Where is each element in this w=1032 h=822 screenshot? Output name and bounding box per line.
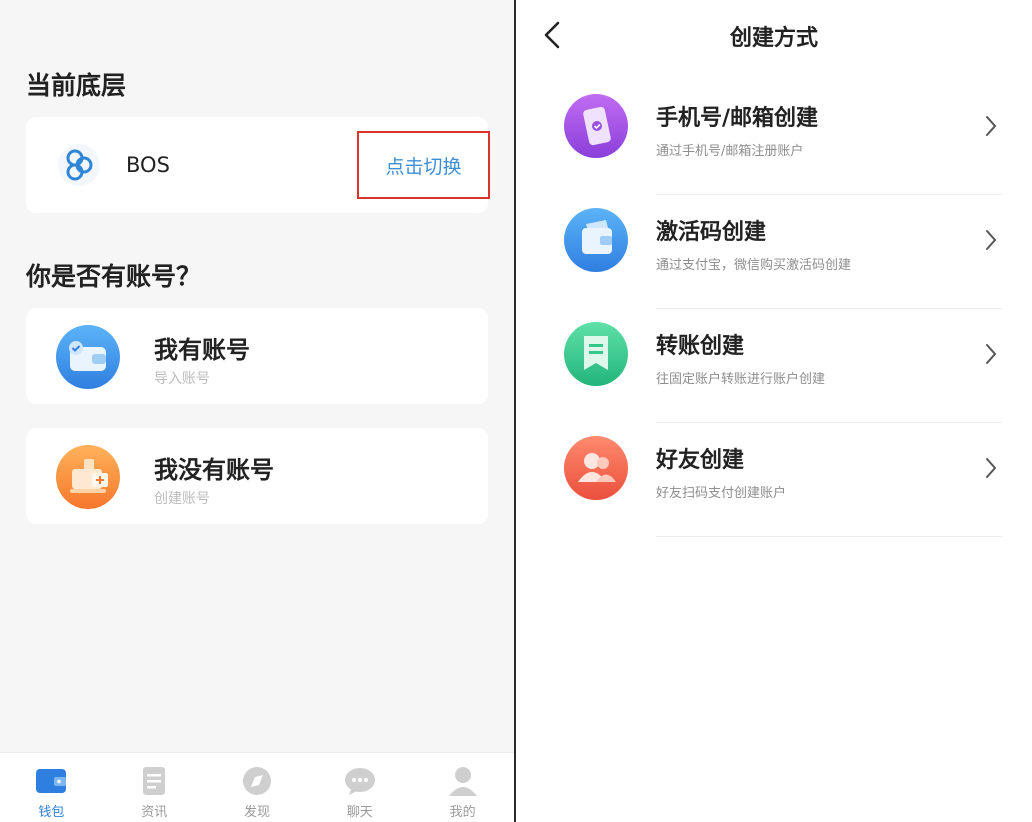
current-chain-heading: 当前底层 (26, 71, 127, 100)
method-subtitle: 往固定账户转账进行账户创建 (656, 372, 826, 387)
method-friend[interactable]: 好友创建 好友扫码支付创建账户 (516, 424, 1032, 538)
page-title: 创建方式 (729, 26, 818, 51)
wallet-icon (36, 769, 67, 793)
tab-label: 我的 (449, 805, 476, 820)
friends-icon (564, 436, 628, 500)
row-divider (656, 308, 1002, 309)
chain-name: BOS (126, 153, 170, 177)
profile-icon (448, 767, 477, 796)
row-divider (656, 536, 1002, 537)
method-title: 激活码创建 (656, 220, 767, 245)
method-subtitle: 通过手机号/邮箱注册账户 (656, 144, 804, 159)
tab-news[interactable]: 资讯 (103, 753, 206, 822)
method-title: 转账创建 (656, 334, 745, 359)
news-icon (143, 767, 166, 795)
bos-logo-icon (58, 144, 100, 186)
create-account-icon (56, 445, 120, 509)
method-title: 手机号/邮箱创建 (656, 106, 819, 131)
chevron-right-icon (982, 454, 1000, 482)
method-transfer[interactable]: 转账创建 往固定账户转账进行账户创建 (516, 310, 1032, 424)
discover-icon (242, 767, 271, 795)
tab-label: 聊天 (346, 805, 373, 820)
row-divider (656, 422, 1002, 423)
have-account-option[interactable]: 我有账号 导入账号 (26, 308, 488, 404)
no-account-subtitle: 创建账号 (154, 491, 210, 507)
method-subtitle: 通过支付宝，微信购买激活码创建 (656, 258, 852, 273)
phone-icon (564, 94, 628, 158)
import-wallet-icon (56, 325, 120, 389)
create-method-screen: 创建方式 手机号/邮箱创建 通过手机号/邮箱注册账户 激活码创建 通过支付宝，微… (516, 0, 1032, 822)
current-chain-screen: 当前底层 BOS 点击切换 你是否有账号？ 我有账号 导入账号 我没有账号 创建… (0, 0, 514, 822)
tab-chat[interactable]: 聊天 (308, 753, 411, 822)
tab-label: 资讯 (141, 805, 168, 820)
row-divider (656, 194, 1002, 195)
method-subtitle: 好友扫码支付创建账户 (656, 486, 787, 501)
have-account-title: 我有账号 (154, 336, 250, 364)
no-account-title: 我没有账号 (154, 456, 274, 484)
method-phone-email[interactable]: 手机号/邮箱创建 通过手机号/邮箱注册账户 (516, 82, 1032, 196)
tab-discover[interactable]: 发现 (206, 753, 309, 822)
have-account-subtitle: 导入账号 (154, 371, 210, 387)
tab-label: 发现 (243, 805, 270, 820)
chat-icon (344, 768, 375, 795)
bottom-tab-bar: 钱包 资讯 发现 聊天 我的 (0, 752, 514, 822)
wallet-icon (564, 208, 628, 272)
method-activation-code[interactable]: 激活码创建 通过支付宝，微信购买激活码创建 (516, 196, 1032, 310)
no-account-option[interactable]: 我没有账号 创建账号 (26, 428, 488, 524)
tab-wallet[interactable]: 钱包 (0, 753, 103, 822)
tab-label: 钱包 (38, 805, 65, 820)
method-title: 好友创建 (656, 448, 745, 473)
chevron-right-icon (982, 226, 1000, 254)
tab-profile[interactable]: 我的 (411, 753, 514, 822)
account-question-heading: 你是否有账号？ (26, 262, 202, 291)
chevron-right-icon (982, 340, 1000, 368)
transfer-icon (564, 322, 628, 386)
chevron-right-icon (982, 112, 1000, 140)
chain-card: BOS 点击切换 (26, 117, 490, 213)
switch-chain-button[interactable]: 点击切换 (357, 131, 490, 199)
